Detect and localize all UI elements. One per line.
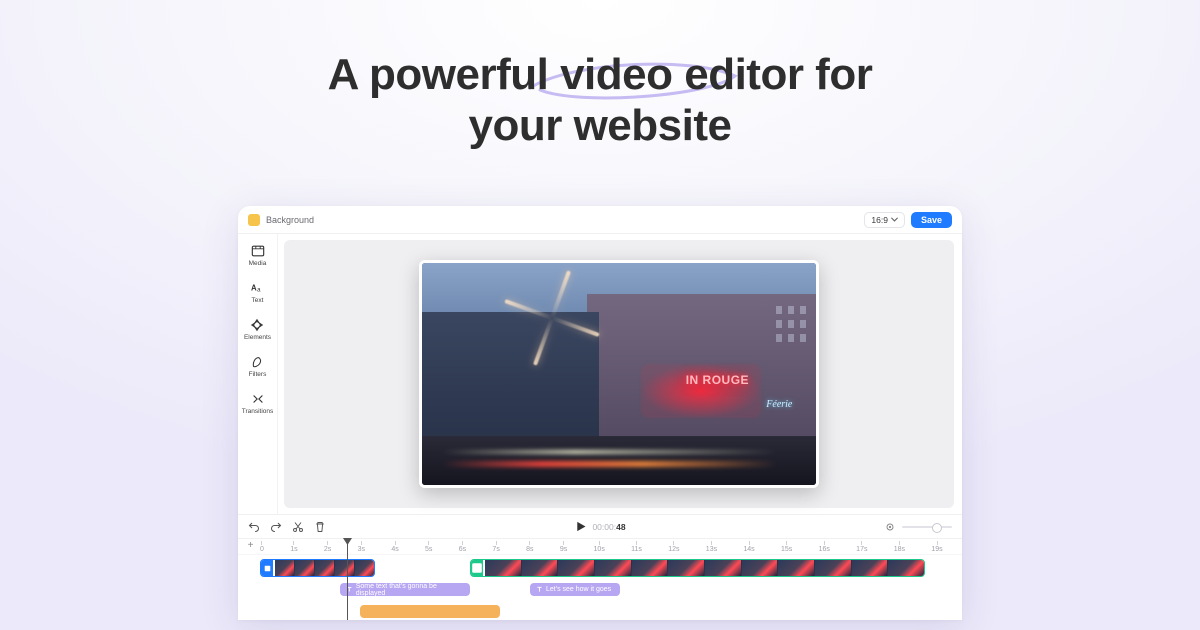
playback-time: 00:00:48 — [592, 522, 625, 532]
transitions-icon — [251, 392, 265, 406]
feerie-sign-text: Féerie — [766, 399, 792, 410]
redo-button[interactable] — [270, 521, 282, 533]
windmill-graphic — [517, 281, 587, 351]
editor-window: Background 16:9 Save Media Aa Text — [238, 206, 962, 620]
ruler-tick: 14s — [743, 541, 754, 553]
audio-track[interactable] — [260, 603, 952, 620]
ruler-tick: 8s — [526, 541, 533, 553]
ruler-tick: 9s — [560, 541, 567, 553]
topbar-right: 16:9 Save — [864, 212, 952, 228]
save-button[interactable]: Save — [911, 212, 952, 228]
sidebar-item-label: Filters — [249, 371, 267, 378]
sidebar-item-label: Transitions — [242, 408, 274, 415]
aspect-ratio-dropdown[interactable]: 16:9 — [864, 212, 905, 228]
elements-icon — [250, 318, 264, 332]
delete-button[interactable] — [314, 521, 326, 533]
text-icon: Aa — [251, 281, 265, 295]
aspect-ratio-value: 16:9 — [871, 215, 888, 225]
text-track[interactable]: Some text that's gonna be displayed Let'… — [260, 581, 952, 599]
ruler-tick: 10s — [594, 541, 605, 553]
sidebar-item-filters[interactable]: Filters — [249, 355, 267, 378]
playhead[interactable] — [347, 539, 348, 620]
add-track-button[interactable]: + — [245, 541, 256, 552]
clip-handle-icon[interactable] — [261, 560, 273, 576]
text-clip-icon — [536, 586, 543, 593]
zoom-fit-button[interactable] — [884, 521, 896, 533]
ruler-tick: 5s — [425, 541, 432, 553]
playback-bar: 00:00:48 — [238, 514, 962, 538]
sidebar: Media Aa Text Elements Filters — [238, 234, 278, 514]
sidebar-item-label: Media — [249, 260, 267, 267]
filters-icon — [250, 355, 264, 369]
sidebar-item-label: Elements — [244, 334, 271, 341]
ruler-tick: 16s — [819, 541, 830, 553]
hero-title-line1: A powerful video editor for — [328, 50, 873, 99]
ruler-tick: 13s — [706, 541, 717, 553]
canvas-area[interactable]: IN ROUGE Féerie — [284, 240, 954, 508]
video-track[interactable] — [260, 559, 952, 577]
ruler-tick: 12s — [668, 541, 679, 553]
sidebar-item-transitions[interactable]: Transitions — [242, 392, 274, 415]
sidebar-item-text[interactable]: Aa Text — [251, 281, 265, 304]
clip-handle-icon[interactable] — [471, 560, 483, 576]
current-time: 00:00: — [592, 522, 616, 532]
audio-clip-1[interactable] — [360, 605, 500, 618]
hero-title-line2: your website — [469, 101, 732, 150]
cut-button[interactable] — [292, 521, 304, 533]
ruler-tick: 7s — [492, 541, 499, 553]
ruler-tick: 4s — [391, 541, 398, 553]
ruler-tick: 18s — [894, 541, 905, 553]
chevron-down-icon — [891, 216, 898, 223]
video-clip-2[interactable] — [470, 559, 925, 577]
ruler-tick: 11s — [631, 541, 642, 553]
media-icon — [251, 244, 265, 258]
ruler-tick: 15s — [781, 541, 792, 553]
editor-body: Media Aa Text Elements Filters — [238, 234, 962, 514]
text-clip-label: Some text that's gonna be displayed — [356, 583, 464, 596]
zoom-slider[interactable] — [902, 526, 952, 528]
sidebar-item-elements[interactable]: Elements — [244, 318, 271, 341]
ruler-tick: 0 — [260, 541, 264, 553]
background-color-chip[interactable] — [248, 214, 260, 226]
total-time: 48 — [616, 522, 625, 532]
neon-sign-text: IN ROUGE — [686, 373, 749, 387]
text-clip-2[interactable]: Let's see how it goes — [530, 583, 620, 596]
video-clip-1[interactable] — [260, 559, 375, 577]
topbar-left: Background — [248, 214, 314, 226]
play-button[interactable] — [574, 521, 586, 533]
timeline[interactable]: Some text that's gonna be displayed Let'… — [238, 554, 962, 620]
video-preview[interactable]: IN ROUGE Féerie — [419, 260, 819, 488]
text-clip-label: Let's see how it goes — [546, 586, 611, 593]
sidebar-item-label: Text — [252, 297, 264, 304]
hero-title-block: A powerful video editor for your website — [0, 0, 1200, 151]
hero-title: A powerful video editor for your website — [328, 50, 873, 151]
ruler-tick: 6s — [459, 541, 466, 553]
ruler-tick: 19s — [931, 541, 942, 553]
text-clip-1[interactable]: Some text that's gonna be displayed — [340, 583, 470, 596]
undo-button[interactable] — [248, 521, 260, 533]
ruler-tick: 17s — [856, 541, 867, 553]
background-label: Background — [266, 215, 314, 225]
svg-text:A: A — [251, 284, 257, 293]
editor-topbar: Background 16:9 Save — [238, 206, 962, 234]
ruler-tick: 2s — [324, 541, 331, 553]
svg-text:a: a — [257, 287, 261, 294]
sidebar-item-media[interactable]: Media — [249, 244, 267, 267]
ruler-tick: 1s — [290, 541, 297, 553]
ruler-tick: 3s — [358, 541, 365, 553]
